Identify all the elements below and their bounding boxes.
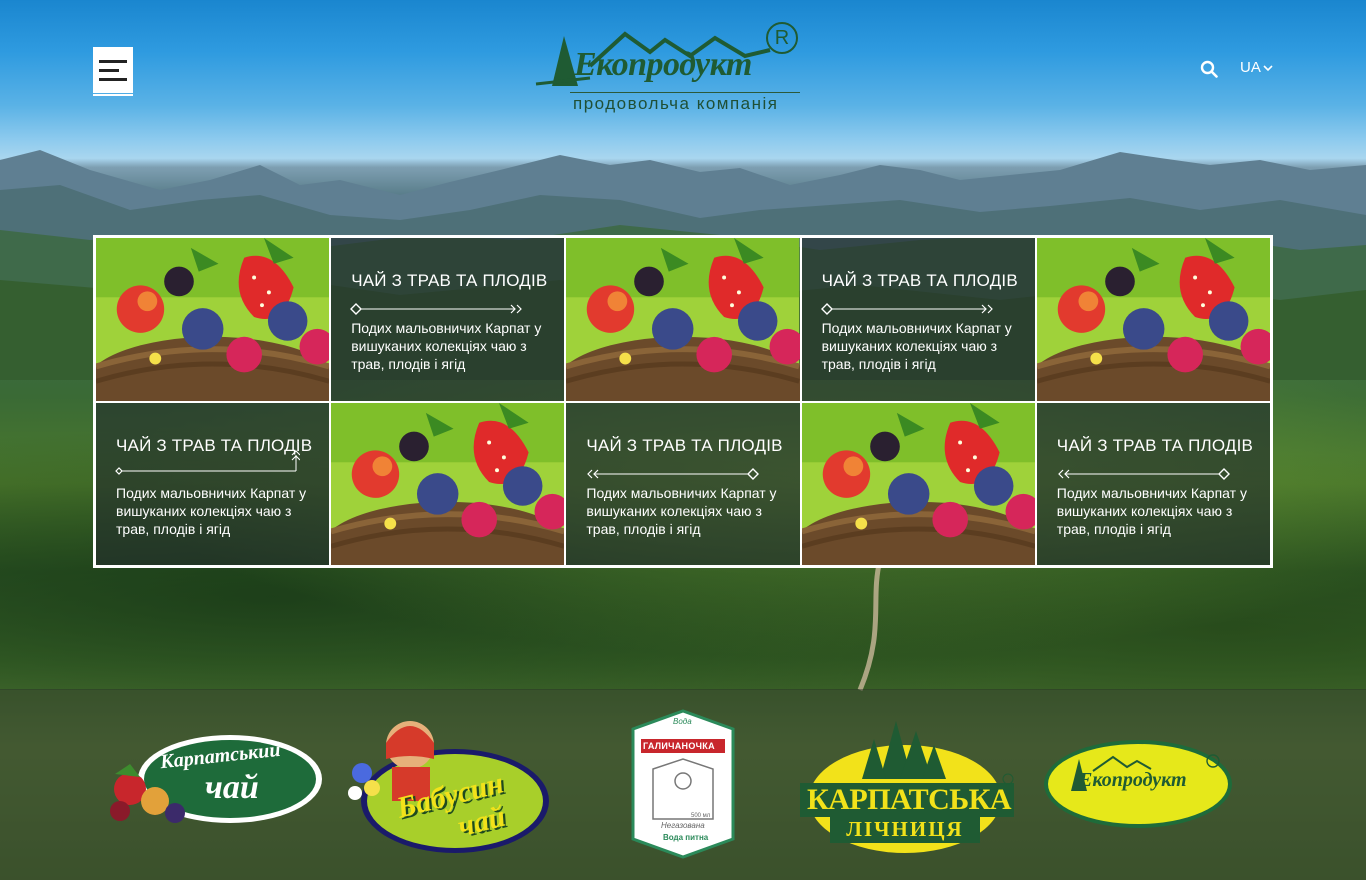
card-description: Подих мальовничих Карпат у вишуканих кол… <box>821 320 1012 372</box>
arrow-right-icon <box>820 303 993 315</box>
berry-basket-image <box>331 402 565 566</box>
brand-karpatska-lichnytsia[interactable]: КАРПАТСЬКА ЛІЧНИЦЯ <box>800 721 1018 853</box>
menu-line-icon <box>99 59 127 63</box>
product-card[interactable]: ЧАЙ З ТРАВ ТА ПЛОДІВ Подих мальовничих К… <box>330 237 566 402</box>
card-description: Подих мальовничих Карпат у вишуканих кол… <box>586 484 777 537</box>
arrow-right-icon <box>350 303 523 315</box>
language-label: UA <box>1240 59 1261 76</box>
menu-line-icon <box>99 68 119 72</box>
arrow-up-icon <box>115 449 300 475</box>
language-selector[interactable]: UA <box>1240 59 1273 76</box>
brand-halychanochka[interactable]: Вода ГАЛИЧАНОЧКА Негазована 500 мл Вода … <box>627 709 739 859</box>
brand-ekoprodukt-name: Екопродукт <box>1079 769 1187 791</box>
berry-basket-image <box>96 238 330 401</box>
product-card[interactable]: ЧАЙ З ТРАВ ТА ПЛОДІВ Подих мальовничих К… <box>95 401 331 566</box>
search-icon[interactable] <box>1200 60 1218 78</box>
brand-karpatskyi-chai[interactable]: Карпатський чай <box>100 729 325 839</box>
card-description: Подих мальовничих Карпат у вишуканих кол… <box>351 320 542 372</box>
logo-name: Екопродукт <box>574 46 752 83</box>
hamburger-menu-button[interactable] <box>93 47 133 96</box>
card-title: ЧАЙ З ТРАВ ТА ПЛОДІВ <box>586 435 783 455</box>
berry-basket-image <box>1036 238 1270 401</box>
product-card[interactable]: ЧАЙ З ТРАВ ТА ПЛОДІВ Подих мальовничих К… <box>800 237 1036 402</box>
chevron-down-icon <box>1263 64 1273 71</box>
brand-babusyn-chai[interactable]: Бабусин чай <box>340 713 552 853</box>
berry-basket-image <box>566 238 800 401</box>
brand-ekoprodukt[interactable]: Екопродукт <box>1043 739 1233 829</box>
halychanochka-name: ГАЛИЧАНОЧКА <box>643 741 715 751</box>
mountain-road <box>857 560 883 691</box>
product-image-card[interactable] <box>565 237 801 402</box>
logo-tagline: продовольча компанія <box>573 94 779 113</box>
product-grid: ЧАЙ З ТРАВ ТА ПЛОДІВ Подих мальовничих К… <box>93 235 1273 568</box>
halychanochka-volume: 500 мл <box>691 813 711 819</box>
product-image-card[interactable] <box>95 237 331 402</box>
product-card[interactable]: ЧАЙ З ТРАВ ТА ПЛОДІВ Подих мальовничих К… <box>565 401 801 566</box>
product-image-card[interactable] <box>800 401 1036 566</box>
card-description: Подих мальовничих Карпат у вишуканих кол… <box>116 484 307 537</box>
berry-basket-image <box>801 402 1035 566</box>
halychanochka-sub1: Негазована <box>661 821 705 830</box>
product-image-card[interactable] <box>1035 237 1271 402</box>
card-description: Подих мальовничих Карпат у вишуканих кол… <box>1056 484 1247 537</box>
arrow-left-icon <box>1057 467 1230 480</box>
brand-strip: Карпатський чай Бабусин чай Вода ГАЛИЧАН… <box>0 689 1366 880</box>
logo-divider <box>570 92 800 93</box>
lichnytsia-line2: ЛІЧНИЦЯ <box>846 817 964 841</box>
halychanochka-sub2: Вода питна <box>663 833 709 842</box>
card-title: ЧАЙ З ТРАВ ТА ПЛОДІВ <box>1056 435 1254 455</box>
product-card[interactable]: ЧАЙ З ТРАВ ТА ПЛОДІВ Подих мальовничих К… <box>1035 401 1271 566</box>
product-image-card[interactable] <box>330 401 566 566</box>
arrow-left-icon <box>587 467 760 480</box>
menu-line-icon <box>99 77 127 81</box>
lichnytsia-line1: КАРПАТСЬКА <box>806 783 1012 816</box>
registered-mark-icon: R <box>766 22 798 54</box>
brand-karpatskyi-line2: чай <box>205 769 259 806</box>
halychanochka-top: Вода <box>673 717 692 726</box>
card-title: ЧАЙ З ТРАВ ТА ПЛОДІВ <box>821 271 1018 290</box>
card-title: ЧАЙ З ТРАВ ТА ПЛОДІВ <box>351 271 548 290</box>
site-logo[interactable]: Екопродукт R продовольча компанія <box>530 18 810 118</box>
